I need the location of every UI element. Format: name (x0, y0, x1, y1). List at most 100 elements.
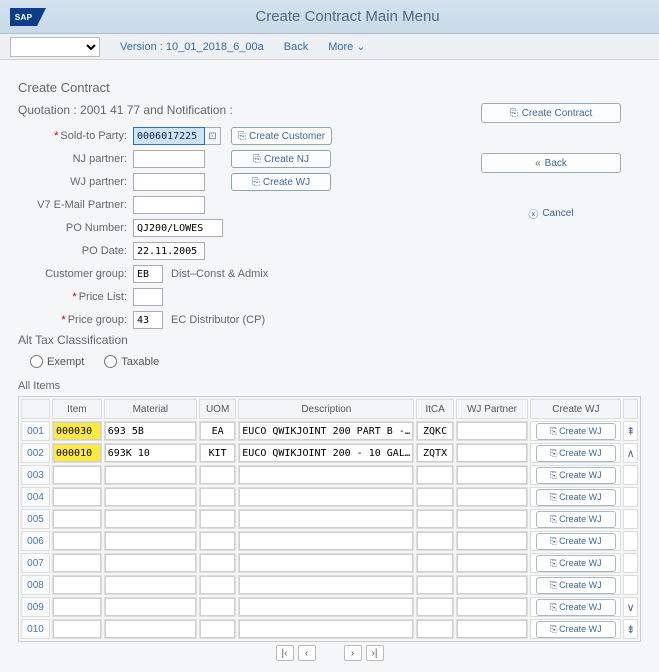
wj-partner-input[interactable] (457, 466, 528, 484)
row-index[interactable]: 006 (21, 531, 50, 551)
vscroll-cell[interactable] (623, 509, 638, 529)
command-select[interactable] (10, 37, 100, 57)
col-uom[interactable]: UOM (199, 399, 236, 419)
itca-input[interactable] (417, 532, 452, 550)
description-input[interactable] (239, 422, 413, 440)
item-input[interactable] (53, 510, 101, 528)
v7-email-input[interactable] (133, 196, 205, 214)
row-create-wj-button[interactable]: ⎘Create WJ (536, 577, 616, 594)
customer-group-input[interactable] (133, 265, 163, 283)
row-index[interactable]: 003 (21, 465, 50, 485)
wj-partner-input[interactable] (133, 173, 205, 191)
item-input[interactable] (53, 488, 101, 506)
last-page-button[interactable]: ›| (366, 645, 384, 661)
uom-input[interactable] (200, 510, 235, 528)
description-input[interactable] (239, 554, 413, 572)
itca-input[interactable] (417, 598, 452, 616)
price-group-input[interactable] (133, 311, 163, 329)
first-page-button[interactable]: |‹ (276, 645, 294, 661)
create-contract-button[interactable]: ⎘Create Contract (481, 103, 621, 123)
create-customer-button[interactable]: ⎘Create Customer (231, 127, 332, 145)
item-input[interactable] (53, 422, 101, 440)
description-input[interactable] (239, 444, 413, 462)
description-input[interactable] (239, 510, 413, 528)
vscroll-cell[interactable] (623, 575, 638, 595)
col-select[interactable] (21, 399, 50, 419)
row-create-wj-button[interactable]: ⎘Create WJ (536, 621, 616, 638)
wj-partner-input[interactable] (457, 576, 528, 594)
uom-input[interactable] (200, 598, 235, 616)
row-index[interactable]: 009 (21, 597, 50, 617)
more-menu[interactable]: More ⌄ (328, 40, 365, 53)
item-input[interactable] (53, 576, 101, 594)
col-itca[interactable]: ItCA (416, 399, 453, 419)
material-input[interactable] (105, 532, 196, 550)
description-input[interactable] (239, 598, 413, 616)
taxable-radio[interactable]: Taxable (104, 355, 159, 368)
row-create-wj-button[interactable]: ⎘Create WJ (536, 555, 616, 572)
material-input[interactable] (105, 466, 196, 484)
wj-partner-input[interactable] (457, 422, 528, 440)
row-index[interactable]: 007 (21, 553, 50, 573)
wj-partner-input[interactable] (457, 510, 528, 528)
item-input[interactable] (53, 532, 101, 550)
wj-partner-input[interactable] (457, 444, 528, 462)
material-input[interactable] (105, 554, 196, 572)
vscroll-cell[interactable] (623, 531, 638, 551)
uom-input[interactable] (200, 532, 235, 550)
value-help-icon[interactable]: ⊡ (205, 127, 221, 145)
create-nj-button[interactable]: ⎘Create NJ (231, 150, 331, 168)
itca-input[interactable] (417, 576, 452, 594)
uom-input[interactable] (200, 576, 235, 594)
item-input[interactable] (53, 620, 101, 638)
col-description[interactable]: Description (238, 399, 414, 419)
item-input[interactable] (53, 444, 101, 462)
row-create-wj-button[interactable]: ⎘Create WJ (536, 489, 616, 506)
row-create-wj-button[interactable]: ⎘Create WJ (536, 467, 616, 484)
row-index[interactable]: 001 (21, 421, 50, 441)
item-input[interactable] (53, 554, 101, 572)
vscroll-cell[interactable]: ⇟ (623, 619, 638, 639)
uom-input[interactable] (200, 422, 235, 440)
wj-partner-input[interactable] (457, 532, 528, 550)
itca-input[interactable] (417, 620, 452, 638)
row-index[interactable]: 002 (21, 443, 50, 463)
itca-input[interactable] (417, 466, 452, 484)
col-item[interactable]: Item (52, 399, 102, 419)
description-input[interactable] (239, 466, 413, 484)
back-button[interactable]: «Back (481, 153, 621, 173)
row-index[interactable]: 008 (21, 575, 50, 595)
row-index[interactable]: 005 (21, 509, 50, 529)
prev-page-button[interactable]: ‹ (298, 645, 316, 661)
row-create-wj-button[interactable]: ⎘Create WJ (536, 511, 616, 528)
nj-partner-input[interactable] (133, 150, 205, 168)
row-create-wj-button[interactable]: ⎘Create WJ (536, 599, 616, 616)
next-page-button[interactable]: › (344, 645, 362, 661)
item-input[interactable] (53, 598, 101, 616)
vscroll-cell[interactable]: ⇞ (623, 421, 638, 441)
itca-input[interactable] (417, 488, 452, 506)
material-input[interactable] (105, 510, 196, 528)
wj-partner-input[interactable] (457, 488, 528, 506)
description-input[interactable] (239, 576, 413, 594)
description-input[interactable] (239, 532, 413, 550)
uom-input[interactable] (200, 554, 235, 572)
description-input[interactable] (239, 620, 413, 638)
row-index[interactable]: 004 (21, 487, 50, 507)
price-list-input[interactable] (133, 288, 163, 306)
po-number-input[interactable] (133, 219, 223, 237)
material-input[interactable] (105, 422, 196, 440)
material-input[interactable] (105, 598, 196, 616)
material-input[interactable] (105, 576, 196, 594)
wj-partner-input[interactable] (457, 598, 528, 616)
itca-input[interactable] (417, 554, 452, 572)
wj-partner-input[interactable] (457, 554, 528, 572)
row-create-wj-button[interactable]: ⎘Create WJ (536, 445, 616, 462)
create-wj-button[interactable]: ⎘Create WJ (231, 173, 331, 191)
wj-partner-input[interactable] (457, 620, 528, 638)
description-input[interactable] (239, 488, 413, 506)
row-create-wj-button[interactable]: ⎘Create WJ (536, 423, 616, 440)
material-input[interactable] (105, 488, 196, 506)
vscroll-cell[interactable] (623, 465, 638, 485)
vscroll-cell[interactable]: ∨ (623, 597, 638, 617)
